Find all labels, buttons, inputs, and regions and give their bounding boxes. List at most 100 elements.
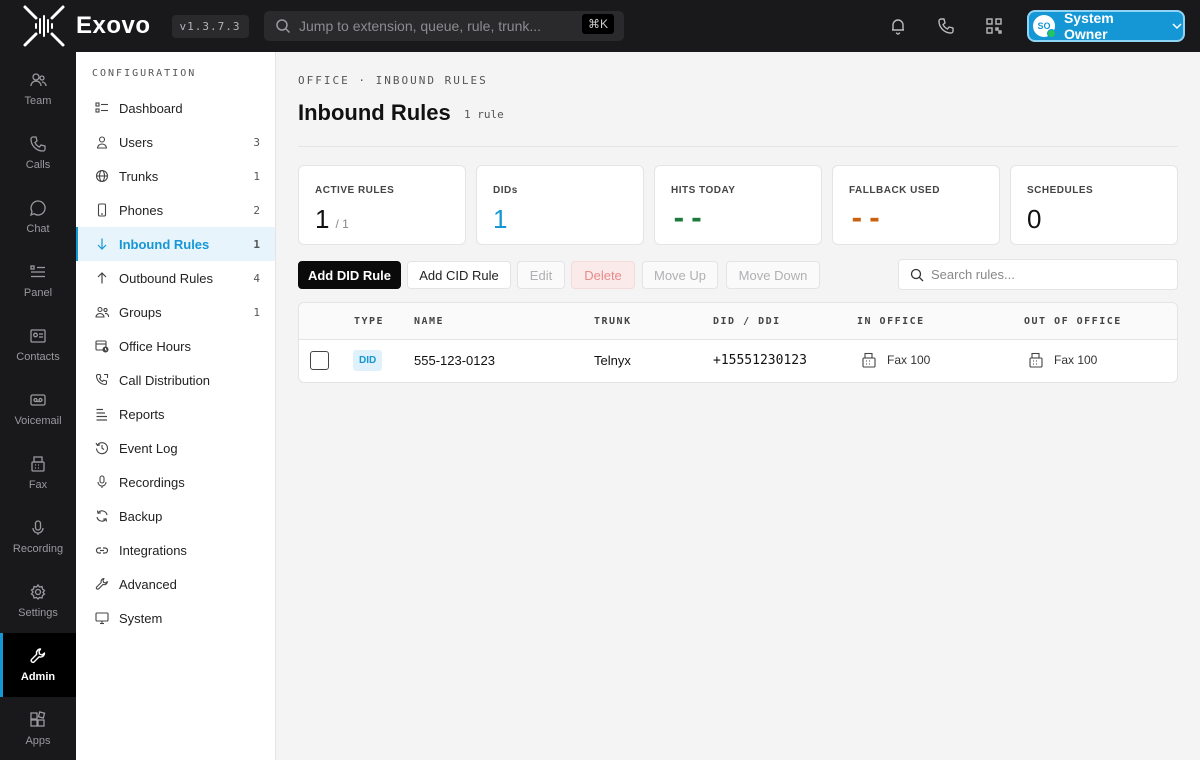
stat-card-dids: DIDs 1 [476, 165, 644, 245]
rail-label: Apps [25, 735, 51, 747]
top-bar: Exovo v1.3.7.3 Jump to extension, queue,… [0, 0, 1200, 52]
add-cid-rule-button[interactable]: Add CID Rule [407, 261, 511, 289]
sidebar-item-recordings[interactable]: Recordings [76, 465, 275, 499]
column-header-name[interactable]: NAME [414, 316, 444, 327]
column-header-in-office[interactable]: IN OFFICE [857, 316, 925, 327]
sidebar-item-label: Recordings [119, 474, 185, 490]
user-icon [96, 136, 108, 149]
edit-button[interactable]: Edit [517, 261, 565, 289]
rule-name: 555-123-0123 [414, 353, 495, 368]
rail-item-calls[interactable]: Calls [0, 121, 76, 185]
move-up-button[interactable]: Move Up [642, 261, 718, 289]
rail-item-contacts[interactable]: Contacts [0, 313, 76, 377]
rail-item-team[interactable]: Team [0, 57, 76, 121]
sidebar-item-reports[interactable]: Reports [76, 397, 275, 431]
sidebar-item-event-log[interactable]: Event Log [76, 431, 275, 465]
history-icon [95, 442, 109, 455]
phone-icon[interactable] [936, 16, 956, 36]
sidebar-item-dashboard[interactable]: Dashboard [76, 91, 275, 125]
row-checkbox[interactable] [310, 351, 329, 370]
sidebar-item-label: Phones [119, 202, 164, 218]
sidebar-item-trunks[interactable]: Trunks 1 [76, 159, 275, 193]
rail-label: Chat [26, 223, 50, 235]
sidebar-item-count: 3 [253, 135, 260, 149]
rail-label: Calls [25, 159, 51, 171]
rail-item-settings[interactable]: Settings [0, 569, 76, 633]
rail-item-chat[interactable]: Chat [0, 185, 76, 249]
config-sidebar: CONFIGURATION Dashboard Users 3 Trunks 1… [76, 52, 276, 760]
out-of-office-label: Fax 100 [1054, 353, 1098, 367]
stat-card-fallback-used: FALLBACK USED -- [832, 165, 1000, 245]
voicemail-icon [30, 394, 46, 406]
sidebar-item-label: Reports [119, 406, 165, 422]
global-search[interactable]: Jump to extension, queue, rule, trunk...… [264, 11, 624, 41]
rail-item-voicemail[interactable]: Voicemail [0, 377, 76, 441]
apps-grid-icon [30, 711, 46, 727]
sidebar-item-count: 1 [253, 237, 260, 251]
column-header-type[interactable]: TYPE [354, 316, 384, 327]
sidebar-item-label: Users [119, 134, 153, 150]
user-menu-button[interactable]: SO System Owner [1027, 10, 1185, 42]
sidebar-item-integrations[interactable]: Integrations [76, 533, 275, 567]
rail-item-admin[interactable]: Admin [0, 633, 76, 697]
rail-item-panel[interactable]: Panel [0, 249, 76, 313]
add-did-rule-button[interactable]: Add DID Rule [298, 261, 401, 289]
sidebar-item-outbound-rules[interactable]: Outbound Rules 4 [76, 261, 275, 295]
microphone-icon [97, 475, 107, 488]
monitor-icon [95, 612, 109, 625]
sidebar-item-label: Advanced [119, 576, 177, 592]
bell-icon[interactable] [888, 16, 908, 36]
sidebar-item-system[interactable]: System [76, 601, 275, 635]
sidebar-item-call-distribution[interactable]: Call Distribution [76, 363, 275, 397]
app-logo[interactable]: Exovo [22, 4, 151, 48]
rail-item-apps[interactable]: Apps [0, 697, 76, 760]
sidebar-item-users[interactable]: Users 3 [76, 125, 275, 159]
move-down-button[interactable]: Move Down [726, 261, 820, 289]
chevron-down-icon [1172, 23, 1182, 30]
sidebar-item-label: System [119, 610, 163, 626]
sidebar-item-label: Office Hours [119, 338, 192, 354]
fax-icon [862, 352, 876, 368]
rules-table: TYPE NAME TRUNK DID / DDI IN OFFICE OUT … [298, 302, 1178, 383]
wrench-icon [30, 648, 46, 663]
rail-item-recording[interactable]: Recording [0, 505, 76, 569]
sidebar-item-backup[interactable]: Backup [76, 499, 275, 533]
main-content: OFFICE · INBOUND RULES Inbound Rules 1 r… [276, 52, 1200, 760]
sidebar-item-advanced[interactable]: Advanced [76, 567, 275, 601]
rail-label: Admin [20, 671, 56, 683]
refresh-icon [96, 510, 108, 522]
sidebar-item-groups[interactable]: Groups 1 [76, 295, 275, 329]
sidebar-item-count: 2 [253, 203, 260, 217]
sidebar-item-label: Groups [119, 304, 162, 320]
column-header-trunk[interactable]: TRUNK [594, 316, 632, 327]
sidebar-item-count: 1 [253, 169, 260, 183]
sidebar-item-office-hours[interactable]: Office Hours [76, 329, 275, 363]
stat-sub: / 1 [335, 217, 349, 231]
search-rules-field[interactable] [898, 259, 1178, 290]
mobile-phone-icon [97, 203, 107, 217]
stat-label: FALLBACK USED [849, 185, 940, 196]
chat-bubble-icon [29, 200, 46, 217]
delete-button[interactable]: Delete [571, 261, 635, 289]
rail-item-fax[interactable]: Fax [0, 441, 76, 505]
page-title: Inbound Rules [298, 100, 451, 125]
stat-label: HITS TODAY [671, 185, 736, 196]
stat-card-schedules: SCHEDULES 0 [1010, 165, 1178, 245]
fax-icon [31, 456, 45, 472]
sidebar-item-label: Integrations [119, 542, 187, 558]
user-name: System Owner [1063, 10, 1114, 42]
stat-number: 1 [315, 204, 330, 234]
column-header-did[interactable]: DID / DDI [713, 316, 781, 327]
sidebar-item-phones[interactable]: Phones 2 [76, 193, 275, 227]
arrow-up-icon [97, 272, 107, 284]
breadcrumb: OFFICE · INBOUND RULES [298, 74, 488, 87]
rule-count: 1 rule [464, 108, 504, 121]
qr-code-icon[interactable] [984, 16, 1004, 36]
column-header-out-of-office[interactable]: OUT OF OFFICE [1024, 316, 1122, 327]
sidebar-item-count: 4 [253, 271, 260, 285]
stat-label: SCHEDULES [1027, 185, 1094, 196]
sidebar-item-inbound-rules[interactable]: Inbound Rules 1 [76, 227, 275, 261]
search-rules-input[interactable] [931, 267, 1171, 282]
calendar-clock-icon [95, 340, 109, 353]
link-icon [95, 547, 109, 554]
